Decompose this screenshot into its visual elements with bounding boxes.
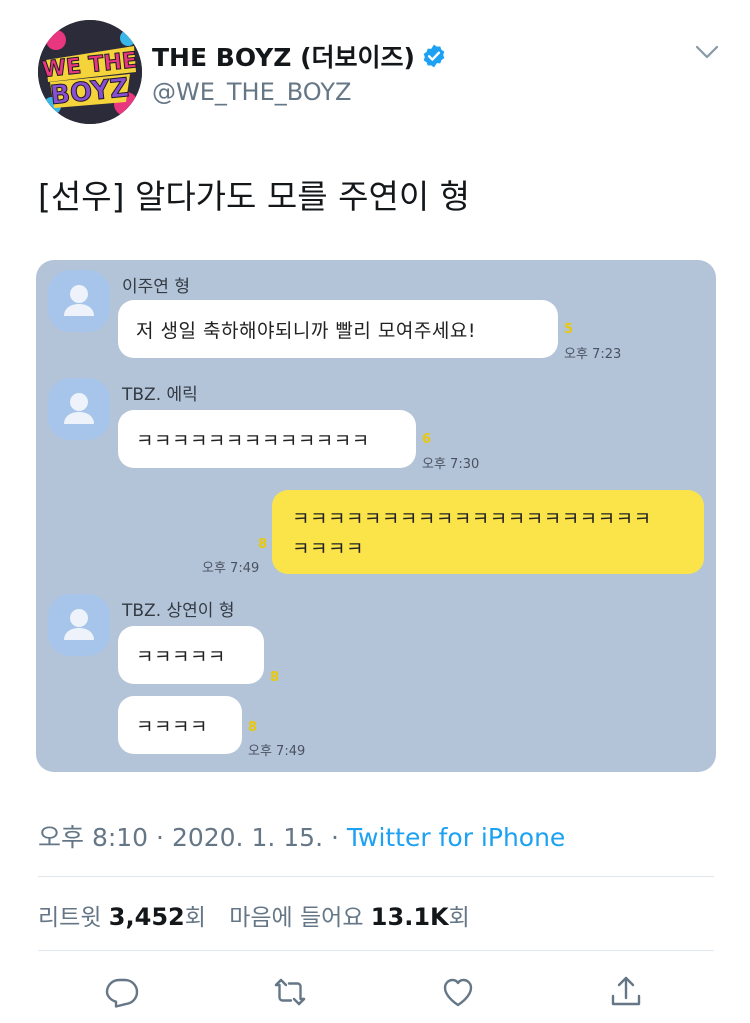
likes-count: 13.1K [370, 903, 449, 931]
tweet-date[interactable]: 2020. 1. 15. [172, 823, 323, 852]
display-name[interactable]: THE BOYZ (더보이즈) [152, 38, 415, 74]
chat-bubble-line: ㅋㅋㅋㅋㅋㅋㅋㅋㅋㅋㅋㅋㅋㅋㅋㅋㅋㅋㅋㅋ [292, 508, 652, 530]
likes-suffix: 회 [448, 905, 470, 931]
chat-bubble: 저 생일 축하해야되니까 빨리 모여주세요! [118, 300, 558, 358]
unread-count: 5 [564, 322, 574, 337]
reply-button[interactable] [104, 974, 140, 1010]
tweet-header: WE THE BOYZ THE BOYZ (더보이즈) @WE_THE_BOYZ [38, 20, 728, 130]
separator: · [323, 823, 347, 852]
like-button[interactable] [440, 974, 476, 1010]
tweet-timestamp: 오후 8:10 · 2020. 1. 15. · Twitter for iPh… [38, 818, 565, 854]
chat-bubble: ㅋㅋㅋㅋ [118, 696, 242, 754]
chat-bubble: ㅋㅋㅋㅋㅋㅋㅋㅋㅋㅋㅋㅋㅋ [118, 410, 416, 468]
message-time: 오후 7:49 [202, 561, 260, 576]
retweets-count: 3,452 [108, 903, 185, 931]
retweet-button[interactable] [272, 974, 308, 1010]
share-button[interactable] [608, 974, 644, 1010]
divider [38, 876, 714, 877]
chat-bubble-line: ㅋㅋㅋㅋ [292, 538, 364, 560]
unread-count: 8 [248, 720, 258, 735]
chat-avatar [48, 594, 110, 656]
chat-bubble-outgoing: ㅋㅋㅋㅋㅋㅋㅋㅋㅋㅋㅋㅋㅋㅋㅋㅋㅋㅋㅋㅋ ㅋㅋㅋㅋ [272, 490, 704, 574]
attached-chat-image[interactable]: 이주연 형 저 생일 축하해야되니까 빨리 모여주세요! 5 오후 7:23 T… [36, 260, 716, 772]
retweets-label: 리트윗 [38, 905, 109, 931]
separator: · [148, 823, 172, 852]
chat-avatar [48, 270, 110, 332]
person-icon [64, 609, 94, 640]
verified-badge-icon [423, 44, 445, 68]
tweet-text: [선우] 알다가도 모를 주연이 형 [38, 177, 471, 216]
tweet-stats: 리트윗 3,452회 마음에 들어요 13.1K회 [38, 898, 470, 932]
heart-icon [443, 978, 473, 1007]
chevron-down-icon[interactable] [694, 42, 720, 62]
tweet-source-link[interactable]: Twitter for iPhone [347, 823, 565, 852]
retweet-icon [274, 978, 306, 1006]
person-icon [64, 285, 94, 316]
likes-stat[interactable]: 마음에 들어요 13.1K회 [229, 903, 470, 931]
message-time: 오후 7:49 [248, 744, 306, 759]
share-icon [611, 976, 641, 1006]
name-row[interactable]: THE BOYZ (더보이즈) [152, 38, 447, 74]
chat-sender: TBZ. 에릭 [122, 385, 198, 405]
retweets-suffix: 회 [184, 905, 206, 931]
chat-sender: TBZ. 상연이 형 [122, 601, 235, 621]
person-icon [64, 393, 94, 424]
chat-sender: 이주연 형 [122, 277, 190, 297]
unread-count: 8 [270, 670, 280, 685]
chat-avatar [48, 378, 110, 440]
user-handle[interactable]: @WE_THE_BOYZ [152, 78, 352, 106]
likes-label: 마음에 들어요 [229, 905, 371, 931]
profile-avatar[interactable]: WE THE BOYZ [38, 20, 142, 124]
reply-icon [105, 978, 139, 1008]
chat-bubble: ㅋㅋㅋㅋㅋ [118, 626, 264, 684]
message-time: 오후 7:30 [422, 457, 480, 472]
tweet-time[interactable]: 오후 8:10 [38, 823, 148, 852]
divider [38, 950, 714, 951]
tweet-action-bar [0, 968, 750, 1018]
unread-count: 6 [422, 432, 432, 447]
unread-count: 8 [258, 537, 268, 552]
retweets-stat[interactable]: 리트윗 3,452회 [38, 903, 206, 931]
message-time: 오후 7:23 [564, 347, 622, 362]
avatar-logo-image: WE THE BOYZ [38, 20, 142, 124]
